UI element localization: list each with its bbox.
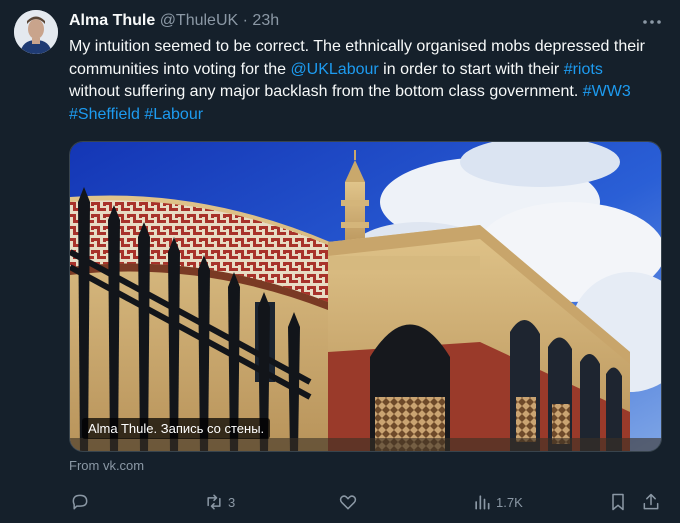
action-bar: 3 1.7K xyxy=(0,488,680,516)
tweet-text-part: without suffering any major backlash fro… xyxy=(69,83,583,100)
author-name[interactable]: Alma Thule xyxy=(69,12,155,29)
share-icon xyxy=(643,493,659,510)
mention-link[interactable]: @UKLabour xyxy=(290,61,378,78)
reply-button[interactable] xyxy=(70,488,90,516)
author-handle[interactable]: @ThuleUK xyxy=(160,12,239,29)
like-button[interactable] xyxy=(338,488,358,516)
views-button[interactable]: 1.7K xyxy=(472,488,523,516)
hashtag-sheffield-link[interactable]: #Sheffield xyxy=(69,106,140,123)
tweet-text-part: in order to start with their xyxy=(378,60,564,78)
media-caption: Alma Thule. Запись со стены. xyxy=(82,418,271,439)
bookmark-button[interactable] xyxy=(608,488,628,516)
tweet-media[interactable]: Alma Thule. Запись со стены. xyxy=(69,141,662,452)
separator-dot: · xyxy=(242,12,248,29)
avatar[interactable] xyxy=(14,10,58,54)
retweet-button[interactable]: 3 xyxy=(204,488,235,516)
avatar-image xyxy=(14,10,58,54)
share-button[interactable] xyxy=(641,488,661,516)
tweet-text: My intuition seemed to be correct. The e… xyxy=(69,36,649,126)
link-source[interactable]: From vk.com xyxy=(69,458,144,473)
retweet-icon xyxy=(207,494,221,510)
hashtag-riots-link[interactable]: #riots xyxy=(564,61,603,78)
views-count: 1.7K xyxy=(496,494,523,510)
more-horizontal-icon xyxy=(643,20,661,24)
more-options-button[interactable] xyxy=(640,10,664,34)
hashtag-labour-link[interactable]: #Labour xyxy=(144,106,203,123)
hashtag-ww3-link[interactable]: #WW3 xyxy=(583,83,631,100)
mosque-photo xyxy=(70,142,661,451)
reply-icon xyxy=(72,494,88,510)
retweet-count: 3 xyxy=(228,494,236,510)
bookmark-icon xyxy=(612,493,624,511)
tweet-header: Alma Thule @ThuleUK · 23h xyxy=(69,11,279,31)
tweet-time[interactable]: 23h xyxy=(252,12,279,29)
views-icon xyxy=(475,495,490,510)
heart-icon xyxy=(339,495,357,510)
